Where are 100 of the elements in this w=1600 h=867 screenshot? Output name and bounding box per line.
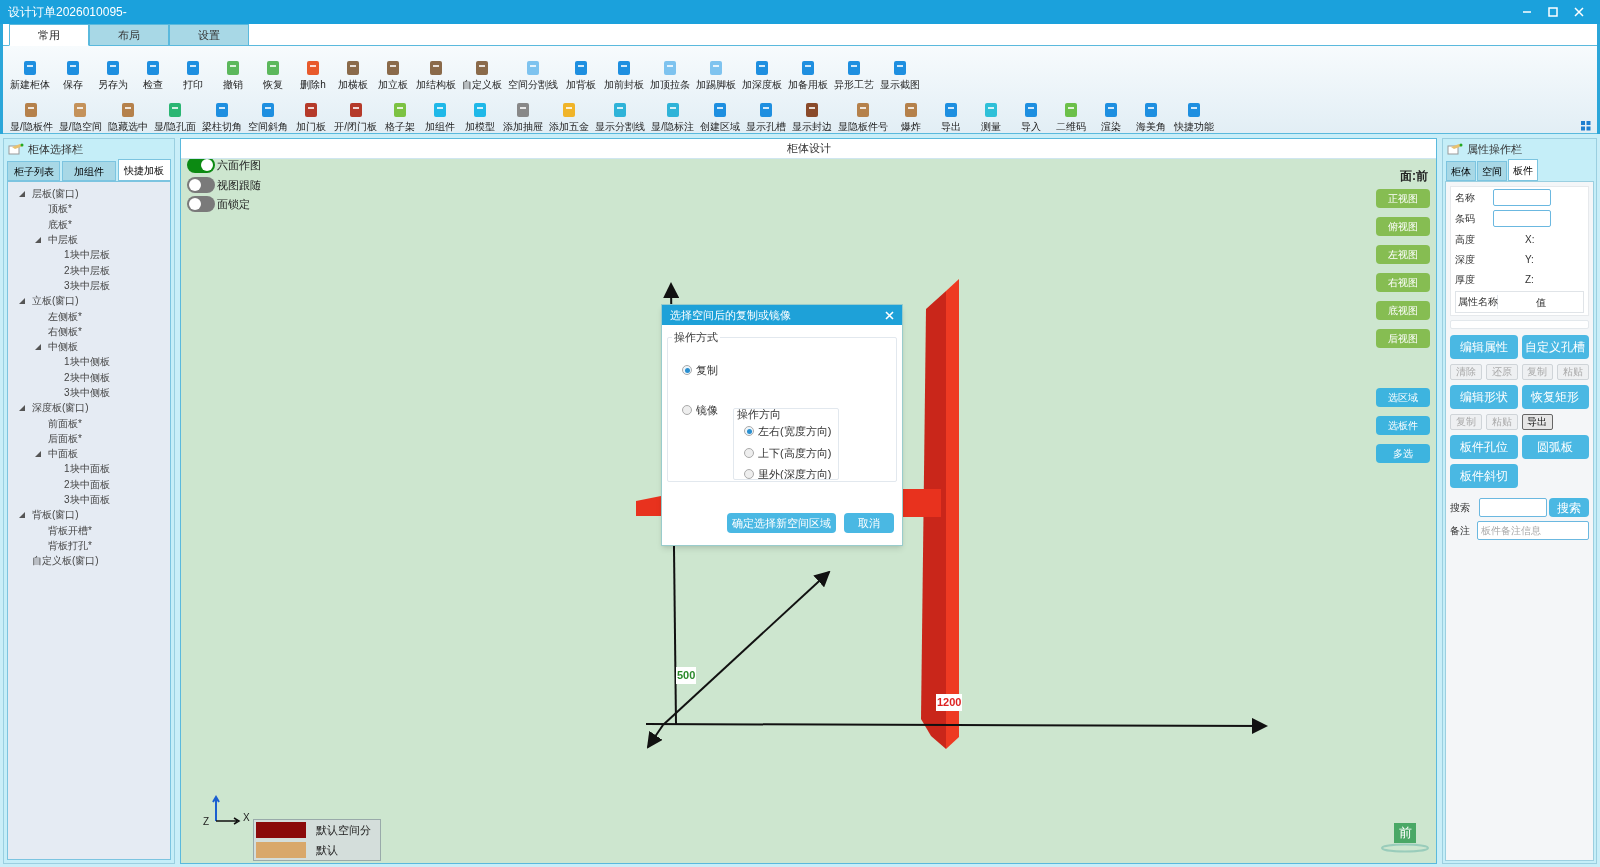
- toolbar-button[interactable]: 加背板: [561, 59, 601, 90]
- toolbar-button[interactable]: 异形工艺: [831, 59, 877, 90]
- radio-button[interactable]: 复制: [682, 362, 718, 379]
- triangle-icon[interactable]: [18, 510, 26, 519]
- toolbar-button[interactable]: 梁柱切角: [199, 101, 246, 132]
- radio-button[interactable]: 镜像: [682, 402, 718, 419]
- tree-item[interactable]: 背板开槽*: [48, 522, 92, 538]
- panel-tab[interactable]: 快捷加板: [117, 159, 171, 181]
- panel-tab[interactable]: 空间: [1477, 161, 1507, 181]
- panel-tab[interactable]: 柜体: [1446, 161, 1476, 181]
- tree-item[interactable]: 2块中侧板: [64, 369, 110, 385]
- tree-item[interactable]: 前面板*: [48, 415, 82, 431]
- triangle-icon[interactable]: [34, 342, 42, 351]
- toolbar-button[interactable]: 加结构板: [413, 59, 459, 90]
- toolbar-button[interactable]: 加模型: [460, 101, 501, 132]
- toolbar-button[interactable]: 加门板: [291, 101, 332, 132]
- panel-tab[interactable]: 加组件: [62, 161, 116, 181]
- toolbar-button[interactable]: 加顶拉条: [647, 59, 693, 90]
- toolbar-button[interactable]: 导入: [1010, 101, 1051, 132]
- tree-item[interactable]: 层板(窗口): [32, 186, 79, 202]
- tree-item[interactable]: 后面板*: [48, 430, 82, 446]
- tree-item[interactable]: 中面板: [48, 446, 78, 462]
- toolbar-button[interactable]: 加深度板: [739, 59, 785, 90]
- triangle-icon[interactable]: [18, 189, 26, 198]
- toolbar-button[interactable]: 加踢脚板: [693, 59, 739, 90]
- triangle-icon[interactable]: [18, 296, 26, 305]
- tree-item[interactable]: 1块中面板: [64, 461, 110, 477]
- toolbar-button[interactable]: 添加五金: [546, 101, 593, 132]
- triangle-icon[interactable]: [34, 449, 42, 458]
- toolbar-button[interactable]: 加前封板: [601, 59, 647, 90]
- triangle-icon[interactable]: [18, 403, 26, 412]
- close-icon[interactable]: [1574, 7, 1584, 17]
- toolbar-button[interactable]: 格子架: [380, 101, 421, 132]
- search-field[interactable]: [1478, 498, 1547, 517]
- toolbar-button[interactable]: 加立板: [373, 59, 413, 90]
- toolbar-button[interactable]: 另存为: [93, 59, 133, 90]
- board-drawing[interactable]: [636, 496, 661, 516]
- toolbar-button[interactable]: 删除h: [293, 59, 333, 90]
- toggle-switch[interactable]: [187, 176, 215, 193]
- panel-tab[interactable]: 板件: [1508, 159, 1538, 181]
- tree-item[interactable]: 2块中面板: [64, 476, 110, 492]
- toolbar-button[interactable]: 快捷功能: [1170, 101, 1217, 132]
- tree-item[interactable]: 自定义板(窗口): [32, 553, 99, 569]
- toolbar-button[interactable]: 导出: [930, 101, 971, 132]
- toolbar-button[interactable]: 测量: [970, 101, 1011, 132]
- toolbar-button[interactable]: 显示封边: [788, 101, 835, 132]
- tree-item[interactable]: 背板(窗口): [32, 507, 79, 523]
- toolbar-button[interactable]: 新建柜体: [7, 59, 53, 90]
- ribbon-tab[interactable]: 布局: [89, 24, 169, 46]
- toolbar-button[interactable]: 空间斜角: [245, 101, 292, 132]
- toolbar-button[interactable]: 撤销: [213, 59, 253, 90]
- toggle-switch[interactable]: [187, 196, 215, 213]
- toolbar-button[interactable]: 显隐板件号: [834, 101, 891, 132]
- tree-item[interactable]: 左侧板*: [48, 308, 82, 324]
- ribbon-tab[interactable]: 设置: [169, 24, 249, 46]
- panel-tab[interactable]: 柜子列表: [7, 161, 61, 181]
- toolbar-button[interactable]: 保存: [53, 59, 93, 90]
- toolbar-button[interactable]: 检查: [133, 59, 173, 90]
- toolbar-button[interactable]: 二维码: [1050, 101, 1091, 132]
- toolbar-button[interactable]: 显/隐空间: [55, 101, 105, 132]
- toolbar-button[interactable]: 显/隐孔面: [150, 101, 200, 132]
- triangle-icon[interactable]: [34, 235, 42, 244]
- toolbar-button[interactable]: 打印: [173, 59, 213, 90]
- toolbar-button[interactable]: 显示分割线: [592, 101, 649, 132]
- toolbar-button[interactable]: 自定义板: [459, 59, 505, 90]
- toolbar-button[interactable]: 加备用板: [785, 59, 831, 90]
- toolbar-button[interactable]: 开/闭门板: [331, 101, 381, 132]
- toolbar-button[interactable]: 创建区域: [696, 101, 743, 132]
- toolbar-button[interactable]: 显/隐标注: [648, 101, 697, 132]
- input-field[interactable]: 板件备注信息: [1477, 521, 1589, 540]
- radio-button[interactable]: 左右(宽度方向): [744, 423, 832, 440]
- tree-item[interactable]: 底板*: [48, 216, 72, 232]
- close-icon[interactable]: [885, 310, 894, 320]
- input-field[interactable]: [1493, 189, 1551, 206]
- board-drawing[interactable]: [903, 279, 959, 749]
- tree-item[interactable]: 立板(窗口): [32, 293, 79, 309]
- tree-item[interactable]: 2块中层板: [64, 262, 110, 278]
- toolbar-button[interactable]: 显示截图: [877, 59, 923, 90]
- tree-item[interactable]: 深度板(窗口): [32, 400, 89, 416]
- toolbar-button[interactable]: 加组件: [420, 101, 461, 132]
- maximize-icon[interactable]: [1548, 7, 1558, 17]
- tree-item[interactable]: 顶板*: [48, 201, 72, 217]
- grid-icon[interactable]: [1581, 121, 1591, 131]
- tree-item[interactable]: 3块中层板: [64, 277, 110, 293]
- toolbar-button[interactable]: 加横板: [333, 59, 373, 90]
- toolbar-button[interactable]: 恢复: [253, 59, 293, 90]
- tree-item[interactable]: 背板打孔*: [48, 537, 92, 553]
- toolbar-button[interactable]: 隐藏选中: [104, 101, 151, 132]
- tree-item[interactable]: 中侧板: [48, 339, 78, 355]
- small-button[interactable]: 导出: [1521, 414, 1554, 430]
- toolbar-button[interactable]: 显/隐板件: [7, 101, 56, 132]
- toggle-switch[interactable]: [187, 159, 215, 174]
- input-field[interactable]: [1493, 210, 1551, 227]
- toolbar-button[interactable]: 爆炸: [890, 101, 931, 132]
- toolbar-button[interactable]: 显示孔槽: [742, 101, 789, 132]
- tree-item[interactable]: 中层板: [48, 232, 78, 248]
- tree-item[interactable]: 1块中侧板: [64, 354, 110, 370]
- tree-item[interactable]: 3块中面板: [64, 492, 110, 508]
- toolbar-button[interactable]: 渲染: [1090, 101, 1131, 132]
- tree-item[interactable]: 3块中侧板: [64, 385, 110, 400]
